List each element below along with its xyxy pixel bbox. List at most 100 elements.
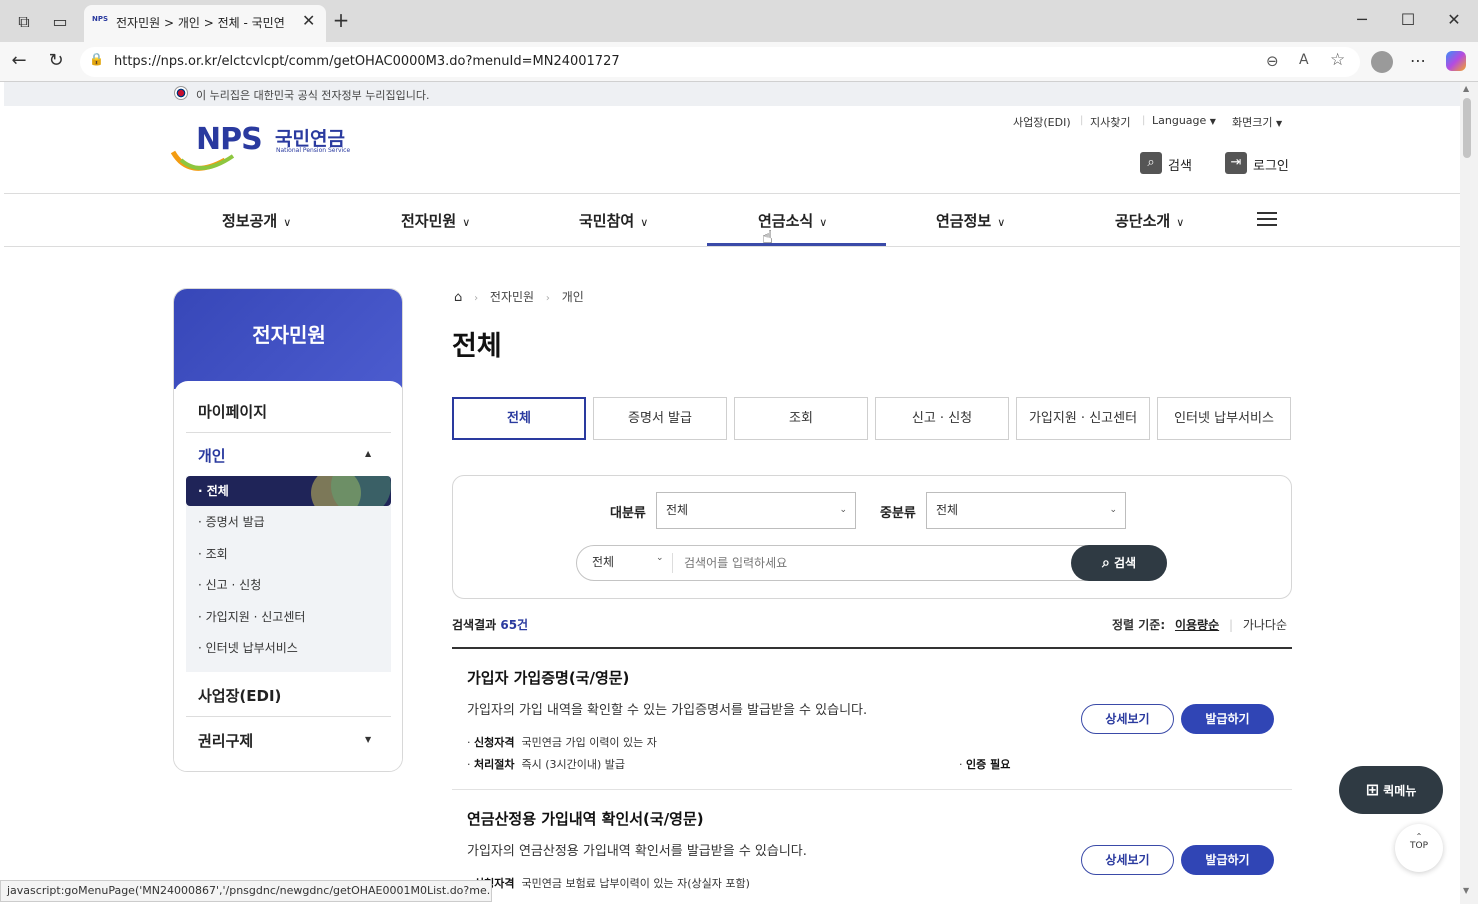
url-box[interactable]: 🔒 https://nps.or.kr/elctcvlcpt/comm/getO…	[80, 47, 1360, 77]
sidebar-item-edi[interactable]: 사업장(EDI)	[198, 685, 281, 706]
tab-inquiry[interactable]: 조회	[734, 397, 868, 440]
top-link-screen-size[interactable]: 화면크기 ▼	[1232, 114, 1282, 130]
top-link-language[interactable]: Language ▼	[1152, 114, 1216, 127]
item-auth-required: · 인증 필요	[959, 758, 1011, 771]
refresh-icon[interactable]: ↻	[45, 51, 67, 71]
top-link-edi[interactable]: 사업장(EDI)	[1013, 114, 1071, 130]
scroll-down-arrow-icon[interactable]: ▼	[1463, 886, 1469, 895]
search-scope-value: 전체	[592, 555, 615, 569]
sidebar-sub-report[interactable]: · 신고 · 신청	[186, 570, 391, 600]
tab-internet-payment[interactable]: 인터넷 납부서비스	[1157, 397, 1291, 440]
breadcrumb-item[interactable]: 전자민원	[490, 290, 534, 304]
sidebar-sub-internet-payment[interactable]: · 인터넷 납부서비스	[186, 633, 391, 663]
hamburger-menu-icon[interactable]	[1257, 212, 1277, 226]
search-submit-button[interactable]: ⌕ 검색	[1071, 545, 1167, 581]
new-tab-icon[interactable]: +	[330, 10, 352, 30]
sidebar-sub-label: 전체	[206, 484, 229, 498]
copilot-icon[interactable]	[1446, 51, 1466, 71]
more-menu-icon[interactable]: ⋯	[1407, 51, 1429, 71]
maximize-icon[interactable]: ☐	[1397, 10, 1419, 30]
item-title[interactable]: 가입자 가입증명(국/영문)	[467, 667, 629, 688]
sidebar-item-personal[interactable]: 개인	[198, 445, 226, 466]
chevron-down-icon: ∨	[819, 216, 828, 229]
gnb-item-eservice[interactable]: 전자민원 ∨	[401, 210, 470, 231]
issue-button[interactable]: 발급하기	[1181, 845, 1274, 875]
item-procedure: · 처리절차 즉시 (3시간이내) 발급	[467, 758, 626, 771]
sidebar-sub-label: 신고 · 신청	[205, 578, 262, 592]
chevron-down-icon: ⌄	[656, 553, 664, 563]
item-qualification: · 신청자격 국민연금 보험료 납부이력이 있는 자(상실자 포함)	[467, 875, 750, 891]
home-icon[interactable]: ⌂	[454, 290, 462, 305]
tab-actions-icon[interactable]: ▭	[49, 12, 71, 32]
browser-tab[interactable]: NPS 전자민원 > 개인 > 전체 - 국민연 ✕	[84, 5, 326, 42]
sort-by-alpha[interactable]: 가나다순	[1243, 618, 1287, 632]
sidebar-sub-certificate[interactable]: · 증명서 발급	[186, 507, 391, 537]
tab-support-center[interactable]: 가입지원 · 신고센터	[1016, 397, 1150, 440]
sort-by-usage[interactable]: 이용량순	[1175, 618, 1219, 632]
browser-status-bar: javascript:goMenuPage('MN24000867','/pns…	[0, 880, 492, 902]
mouse-cursor-icon: ☝	[762, 227, 773, 248]
profile-avatar[interactable]	[1371, 51, 1393, 73]
sidebar-sub-all[interactable]: · 전체	[186, 476, 391, 506]
favorite-star-icon[interactable]: ☆	[1330, 50, 1345, 70]
gov-notice-text[interactable]: 이 누리집은 대한민국 공식 전자정부 누리집입니다.	[196, 87, 430, 103]
page-scrollbar-thumb[interactable]	[1463, 98, 1471, 158]
close-tab-icon[interactable]: ✕	[302, 11, 315, 30]
minimize-icon[interactable]: ─	[1351, 10, 1373, 30]
issue-button[interactable]: 발급하기	[1181, 704, 1274, 734]
workspaces-icon[interactable]: ⧉	[13, 12, 35, 32]
result-count-label: 검색결과	[452, 618, 497, 632]
separator: |	[1228, 618, 1234, 632]
nps-logo[interactable]: NPS 국민연금 National Pension Service	[171, 122, 361, 174]
scroll-up-arrow-icon[interactable]: ▲	[1463, 84, 1469, 93]
item-qualification: · 신청자격 국민연금 가입 이력이 있는 자	[467, 736, 657, 749]
back-icon[interactable]: ←	[8, 51, 30, 71]
gnb-label: 공단소개	[1115, 212, 1171, 230]
breadcrumb-item[interactable]: 개인	[562, 290, 584, 304]
major-category-select[interactable]: 전체 ⌄	[656, 492, 856, 529]
sidebar-item-rights[interactable]: 권리구제	[198, 730, 253, 751]
lock-icon[interactable]: 🔒	[89, 52, 104, 66]
gnb-item-info[interactable]: 정보공개 ∨	[222, 210, 291, 231]
separator: |	[1080, 115, 1084, 126]
search-scope-select[interactable]: 전체 ⌄	[592, 553, 668, 573]
gnb-item-participation[interactable]: 국민참여 ∨	[579, 210, 648, 231]
detail-button[interactable]: 상세보기	[1081, 845, 1174, 875]
gnb-item-about[interactable]: 공단소개 ∨	[1115, 210, 1184, 231]
chevron-down-icon: ∨	[283, 216, 292, 229]
search-button-label: 검색	[1113, 556, 1137, 570]
web-page: 이 누리집은 대한민국 공식 전자정부 누리집입니다. NPS 국민연금 Nat…	[4, 82, 1460, 904]
detail-button[interactable]: 상세보기	[1081, 704, 1174, 734]
tab-report[interactable]: 신고 · 신청	[875, 397, 1009, 440]
sidebar-item-mypage[interactable]: 마이페이지	[198, 401, 267, 422]
sidebar-sub-support-center[interactable]: · 가입지원 · 신고센터	[186, 602, 391, 632]
chevron-down-icon: ∨	[462, 216, 471, 229]
read-aloud-icon[interactable]: A	[1299, 52, 1309, 68]
sidebar-sub-label: 가입지원 · 신고센터	[205, 610, 306, 624]
chevron-down-icon: ∨	[640, 216, 649, 229]
chevron-right-icon: ›	[474, 293, 479, 304]
gnb-item-pension-info[interactable]: 연금정보 ∨	[936, 210, 1005, 231]
sidebar-sub-inquiry[interactable]: · 조회	[186, 539, 391, 569]
caret-down-icon[interactable]: ▼	[365, 735, 371, 744]
tab-all[interactable]: 전체	[452, 397, 586, 440]
tab-certificate[interactable]: 증명서 발급	[593, 397, 727, 440]
page-scrollbar[interactable]	[1460, 82, 1478, 904]
page-title: 전체	[452, 331, 502, 362]
gnb-label: 국민참여	[579, 212, 635, 230]
url-text[interactable]: https://nps.or.kr/elctcvlcpt/comm/getOHA…	[114, 54, 620, 69]
minor-category-select[interactable]: 전체 ⌄	[926, 492, 1126, 529]
gnb-top-border	[4, 193, 1460, 194]
item-title[interactable]: 연금산정용 가입내역 확인서(국/영문)	[467, 808, 704, 829]
quick-menu-button[interactable]: ⊞ 퀵메뉴	[1339, 766, 1443, 814]
scroll-top-label: TOP	[1409, 841, 1428, 851]
scroll-top-button[interactable]: ⌃ TOP	[1395, 824, 1443, 872]
search-input[interactable]	[684, 550, 1064, 576]
item-description: 가입자의 가입 내역을 확인할 수 있는 가입증명서를 발급받을 수 있습니다.	[467, 703, 868, 718]
top-link-branch[interactable]: 지사찾기	[1090, 114, 1130, 130]
qualification-value: 국민연금 가입 이력이 있는 자	[521, 736, 657, 749]
close-window-icon[interactable]: ✕	[1443, 10, 1465, 30]
chevron-down-icon: ⌄	[839, 505, 847, 515]
zoom-icon[interactable]: ⊖	[1266, 52, 1279, 70]
caret-up-icon[interactable]: ▲	[365, 449, 371, 458]
